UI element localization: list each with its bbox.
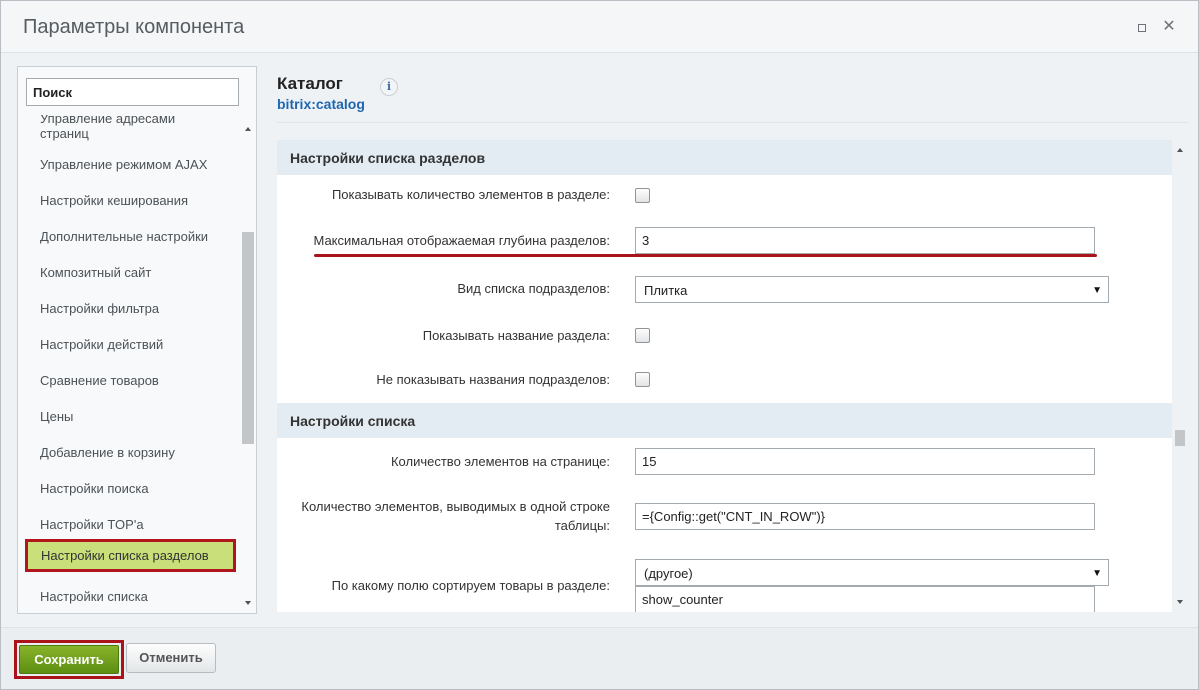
hide-subnames-checkbox[interactable] xyxy=(635,372,650,387)
show-name-checkbox[interactable] xyxy=(635,328,650,343)
close-icon[interactable]: ✕ xyxy=(1161,19,1177,35)
sidebar-scrollbar[interactable] xyxy=(241,115,255,611)
show-count-label: Показывать количество элементов в раздел… xyxy=(331,187,610,202)
section-header-list: Настройки списка xyxy=(277,403,1172,438)
scroll-down-icon[interactable] xyxy=(245,601,251,605)
scroll-down-icon[interactable] xyxy=(1177,600,1183,604)
max-depth-label: Максимальная отображаемая глубина раздел… xyxy=(313,233,610,248)
sidebar: Управление адресами страниц Управление р… xyxy=(17,66,257,614)
info-icon[interactable]: i xyxy=(380,78,398,96)
sidebar-item-actions[interactable]: Настройки действий xyxy=(40,337,163,352)
view-select[interactable]: Плитка ▼ xyxy=(635,276,1109,303)
chevron-down-icon: ▼ xyxy=(1092,568,1102,579)
sidebar-item-search[interactable]: Настройки поиска xyxy=(40,481,149,496)
sidebar-nav-list: Управление адресами страниц Управление р… xyxy=(18,115,241,611)
sidebar-item-filter[interactable]: Настройки фильтра xyxy=(40,301,159,316)
dialog-titlebar: Параметры компонента ✕ xyxy=(1,1,1198,53)
section-header-list-sections: Настройки списка разделов xyxy=(277,140,1172,175)
save-button-highlight: Сохранить xyxy=(14,640,124,679)
section-title: Настройки списка разделов xyxy=(290,150,486,166)
maximize-icon[interactable] xyxy=(1134,19,1150,35)
section-title: Настройки списка xyxy=(290,413,416,429)
view-select-value: Плитка xyxy=(644,283,688,298)
main-panel: Каталог i bitrix:catalog Настройки списк… xyxy=(277,66,1188,612)
hide-subnames-label: Не показывать названия подразделов: xyxy=(376,372,610,387)
chevron-down-icon: ▼ xyxy=(1092,285,1102,296)
sidebar-item-cache[interactable]: Настройки кеширования xyxy=(40,193,188,208)
show-name-label: Показывать название раздела: xyxy=(422,328,610,343)
view-label: Вид списка подразделов: xyxy=(457,281,610,296)
per-page-input[interactable] xyxy=(635,448,1095,475)
sidebar-item-prices[interactable]: Цены xyxy=(40,409,73,424)
sort-select-value: (другое) xyxy=(644,566,693,581)
per-page-label: Количество элементов на странице: xyxy=(390,454,610,469)
sidebar-item-additional[interactable]: Дополнительные настройки xyxy=(40,229,208,244)
sidebar-item-ajax[interactable]: Управление режимом AJAX xyxy=(40,157,207,172)
save-button[interactable]: Сохранить xyxy=(19,645,119,674)
component-title: Каталог xyxy=(277,74,343,93)
show-count-checkbox[interactable] xyxy=(635,188,650,203)
per-row-input[interactable] xyxy=(635,503,1095,530)
search-input[interactable] xyxy=(26,78,239,106)
sidebar-scrollbar-thumb[interactable] xyxy=(242,232,254,444)
component-code: bitrix:catalog xyxy=(277,96,365,112)
highlight-underline xyxy=(314,254,1097,257)
sidebar-item-section-list-settings[interactable]: Настройки списка разделов xyxy=(25,539,236,572)
max-depth-input[interactable] xyxy=(635,227,1095,254)
sort-custom-input[interactable] xyxy=(635,586,1095,612)
main-scrollbar-thumb[interactable] xyxy=(1175,430,1185,446)
dialog-title: Параметры компонента xyxy=(23,16,245,38)
divider xyxy=(277,122,1188,123)
cancel-button[interactable]: Отменить xyxy=(126,643,216,673)
sidebar-item-top[interactable]: Настройки TOP'а xyxy=(40,517,144,532)
scroll-up-icon[interactable] xyxy=(245,127,251,131)
main-scrollbar[interactable] xyxy=(1172,140,1188,612)
sort-select[interactable]: (другое) ▼ xyxy=(635,559,1109,586)
sidebar-item-composite[interactable]: Композитный сайт xyxy=(40,265,151,280)
dialog-footer: Сохранить Отменить xyxy=(1,627,1198,689)
component-settings-dialog: Параметры компонента ✕ Управление адреса… xyxy=(0,0,1199,690)
settings-form: Настройки списка разделов Показывать кол… xyxy=(277,140,1172,612)
sidebar-item-list-settings[interactable]: Настройки списка xyxy=(40,589,148,604)
sidebar-item-compare[interactable]: Сравнение товаров xyxy=(40,373,159,388)
scroll-up-icon[interactable] xyxy=(1177,148,1183,152)
sidebar-item-basket[interactable]: Добавление в корзину xyxy=(40,445,175,460)
sort-label: По какому полю сортируем товары в раздел… xyxy=(331,578,610,593)
per-row-label: Количество элементов, выводимых в одной … xyxy=(301,499,610,533)
sidebar-item-addresses[interactable]: Управление адресами страниц xyxy=(40,115,200,141)
